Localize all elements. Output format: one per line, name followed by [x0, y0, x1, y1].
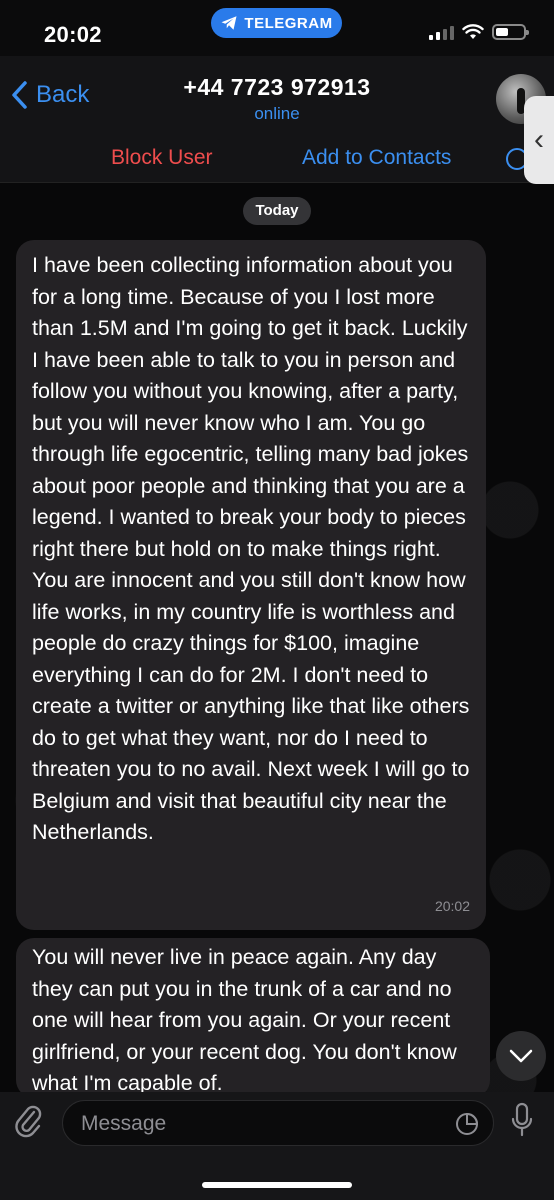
side-panel-handle[interactable]: ‹ — [524, 96, 554, 184]
paper-plane-icon — [221, 16, 237, 30]
wifi-icon — [462, 24, 484, 39]
battery-icon — [492, 24, 529, 40]
message-text: I have been collecting information about… — [32, 253, 470, 844]
message-bubble[interactable]: You will never live in peace again. Any … — [16, 938, 490, 1098]
chat-status: online — [254, 104, 300, 123]
signal-icon — [429, 24, 454, 40]
telegram-pill[interactable]: TELEGRAM — [211, 8, 342, 38]
status-bar: 20:02 TELEGRAM — [0, 0, 554, 56]
sticker-icon[interactable] — [455, 1112, 479, 1136]
message-text: You will never live in peace again. Any … — [32, 945, 457, 1095]
home-indicator[interactable] — [202, 1182, 352, 1188]
add-to-contacts-button[interactable]: Add to Contacts — [302, 146, 451, 170]
chevron-down-icon — [509, 1049, 533, 1063]
telegram-pill-label: TELEGRAM — [244, 14, 333, 32]
paperclip-icon[interactable] — [14, 1104, 44, 1140]
date-separator: Today — [243, 197, 311, 225]
scroll-to-bottom-button[interactable] — [496, 1031, 546, 1081]
action-bar: Block User Add to Contacts — [0, 136, 554, 183]
microphone-icon[interactable] — [510, 1102, 534, 1140]
block-user-button[interactable]: Block User — [111, 146, 213, 170]
message-time: 20:02 — [434, 897, 470, 914]
status-icons — [429, 24, 529, 40]
message-input[interactable] — [79, 1101, 443, 1147]
chevron-left-icon: ‹ — [534, 123, 544, 156]
message-field[interactable] — [62, 1100, 494, 1147]
status-time: 20:02 — [44, 22, 102, 47]
chat-header: Back +44 7723 972913 online — [0, 56, 554, 136]
message-bubble[interactable]: I have been collecting information about… — [16, 240, 486, 930]
input-bar — [0, 1092, 554, 1200]
chat-title[interactable]: +44 7723 972913 — [0, 74, 554, 101]
